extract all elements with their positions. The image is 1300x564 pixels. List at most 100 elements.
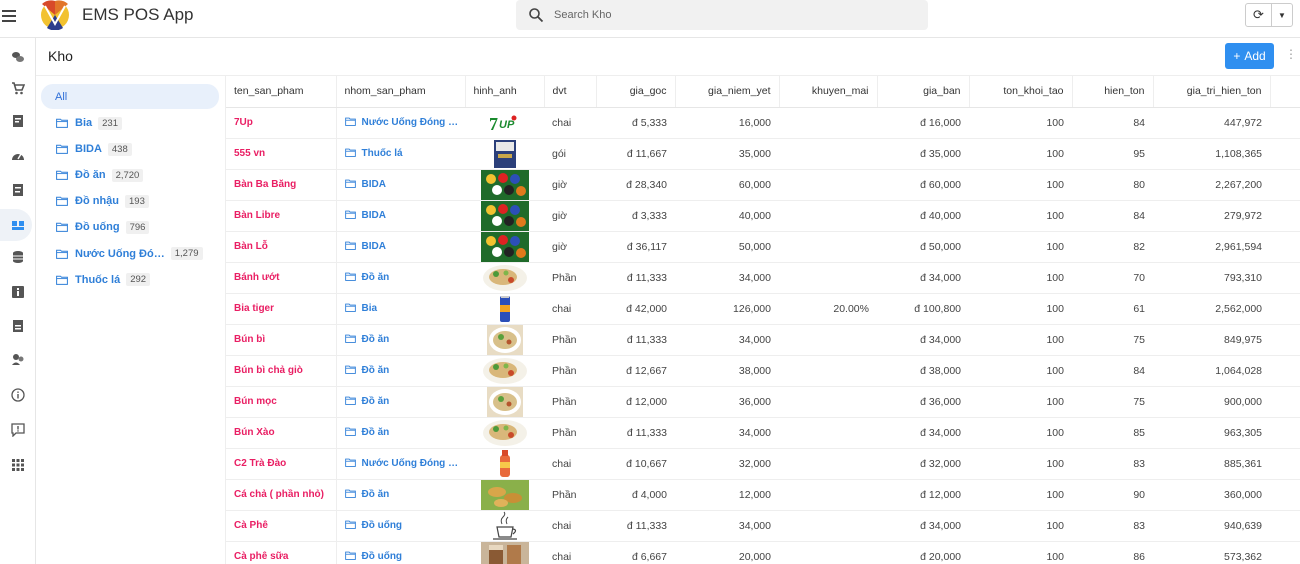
column-header[interactable]: gia_tri_hien_ton: [1153, 76, 1271, 108]
column-header[interactable]: gia_ban: [877, 76, 970, 108]
category-item[interactable]: Thuốc lá 292: [56, 271, 151, 289]
sync-button-group: ⟳ ▼: [1245, 3, 1293, 27]
product-group[interactable]: Đồ ăn: [336, 479, 465, 511]
product-name[interactable]: Bún Xào: [226, 417, 337, 449]
product-name[interactable]: C2 Trà Đào: [226, 448, 337, 480]
column-header[interactable]: hien_ton: [1072, 76, 1154, 108]
add-button[interactable]: + Add: [1225, 43, 1274, 69]
product-group[interactable]: Đồ ăn: [336, 262, 465, 294]
product-group[interactable]: Đồ uống: [336, 510, 465, 542]
table-row[interactable]: Bàn Libre BIDA giờ đ 3,333 40,000 đ 40,000 100…: [226, 200, 1300, 232]
table-row[interactable]: Cá chả ( phần nhỏ) Đồ ăn Phần đ 4,000 12,000…: [226, 479, 1300, 511]
product-name[interactable]: Bia tiger: [226, 293, 337, 325]
stock-value-cell: 885,361: [1153, 448, 1270, 480]
search-bar[interactable]: [516, 0, 928, 30]
product-name[interactable]: Cá chả ( phần nhỏ): [226, 479, 337, 511]
nav-invoice-icon[interactable]: [0, 108, 36, 134]
product-name[interactable]: Bún bì: [226, 324, 337, 356]
product-group[interactable]: Đồ ăn: [336, 386, 465, 418]
filler-cell: [1270, 541, 1300, 564]
category-item[interactable]: Đồ nhậu 193: [56, 192, 149, 210]
product-image: [465, 448, 544, 480]
column-header[interactable]: khuyen_mai: [779, 76, 878, 108]
product-group[interactable]: Nước Uống Đóng …: [336, 107, 465, 139]
column-header[interactable]: hinh_anh: [465, 76, 545, 108]
product-group-label: Đồ ăn: [361, 272, 390, 283]
nav-warehouse-icon[interactable]: [0, 209, 36, 241]
unit-cell: Phần: [544, 479, 596, 511]
category-item[interactable]: Đồ uống 796: [56, 218, 150, 236]
table-row[interactable]: Bánh ướt Đồ ăn Phần đ 11,333 34,000 đ 34,000 1…: [226, 262, 1300, 294]
table-row[interactable]: Bún bì chả giò Đồ ăn Phần đ 12,667 38,000 đ 3…: [226, 355, 1300, 387]
product-group[interactable]: Bia: [336, 293, 465, 325]
product-group[interactable]: BIDA: [336, 200, 465, 232]
column-header[interactable]: nhom_san_pham: [336, 76, 466, 108]
product-group[interactable]: Thuốc lá: [336, 138, 465, 170]
menu-icon[interactable]: [2, 6, 22, 26]
product-name[interactable]: 555 vn: [226, 138, 337, 170]
table-row[interactable]: Bún mọc Đồ ăn Phần đ 12,000 36,000 đ 36,000 10…: [226, 386, 1300, 418]
table-row[interactable]: Bia tiger Bia chai đ 42,000 126,000 20.00% đ 1…: [226, 293, 1300, 325]
product-name[interactable]: Cà Phê: [226, 510, 337, 542]
product-name[interactable]: Bún bì chả giò: [226, 355, 337, 387]
nav-cart-icon[interactable]: [0, 75, 36, 101]
folder-icon: [344, 520, 356, 529]
nav-receipt-icon[interactable]: [0, 177, 36, 203]
product-group-label: Nước Uống Đóng …: [361, 458, 459, 469]
table-row[interactable]: Bàn Lỗ BIDA giờ đ 36,117 50,000 đ 50,000 100 82…: [226, 231, 1300, 263]
column-header[interactable]: ten_san_pham: [226, 76, 337, 108]
category-item[interactable]: Đồ ăn 2,720: [56, 166, 144, 184]
category-item[interactable]: BIDA 438: [56, 140, 132, 158]
nav-money-icon[interactable]: [0, 44, 36, 70]
table-row[interactable]: 7Up Nước Uống Đóng … 7 UP chai đ 5,333 16,000 đ…: [226, 107, 1300, 139]
nav-dashboard-icon[interactable]: [0, 143, 36, 169]
table-row[interactable]: Bàn Ba Băng BIDA giờ đ 28,340 60,000 đ 60,000…: [226, 169, 1300, 201]
nav-info-box-icon[interactable]: [0, 279, 36, 305]
nav-report-icon[interactable]: [0, 313, 36, 339]
product-name[interactable]: Bàn Libre: [226, 200, 337, 232]
column-header[interactable]: dvt: [544, 76, 597, 108]
product-name[interactable]: Cà phê sữa: [226, 541, 337, 564]
product-name[interactable]: 7Up: [226, 107, 337, 139]
column-header[interactable]: gia_goc: [596, 76, 676, 108]
category-item[interactable]: Bia 231: [56, 114, 122, 132]
filler-cell: [1270, 169, 1300, 201]
category-all[interactable]: All: [41, 84, 219, 109]
product-name[interactable]: Bún mọc: [226, 386, 337, 418]
table-row[interactable]: 555 vn Thuốc lá gói đ 11,667 35,000 đ 35,000 1…: [226, 138, 1300, 170]
table-row[interactable]: C2 Trà Đào Nước Uống Đóng … chai đ 10,667 32…: [226, 448, 1300, 480]
sale-price-cell: đ 50,000: [877, 231, 969, 263]
product-group[interactable]: BIDA: [336, 231, 465, 263]
discount-cell: [779, 510, 877, 542]
product-group[interactable]: BIDA: [336, 169, 465, 201]
chevron-down-icon[interactable]: ▼: [1272, 4, 1292, 26]
cost-price-cell: đ 11,333: [596, 262, 675, 294]
table-row[interactable]: Cà phê sữa Đồ uống chai đ 6,667 20,000 đ 20,0…: [226, 541, 1300, 564]
product-name[interactable]: Bàn Lỗ: [226, 231, 337, 263]
product-group[interactable]: Nước Uống Đóng …: [336, 448, 465, 480]
product-group[interactable]: Đồ ăn: [336, 355, 465, 387]
sync-icon[interactable]: ⟳: [1246, 4, 1272, 26]
product-group[interactable]: Đồ ăn: [336, 324, 465, 356]
nav-apps-icon[interactable]: [0, 452, 36, 478]
product-name[interactable]: Bàn Ba Băng: [226, 169, 337, 201]
category-item[interactable]: Nước Uống Đó… 1,279: [56, 245, 203, 263]
column-header[interactable]: gia_niem_yet: [675, 76, 780, 108]
nav-feedback-icon[interactable]: [0, 417, 36, 443]
table-row[interactable]: Bún Xào Đồ ăn Phần đ 11,333 34,000 đ 34,000 10…: [226, 417, 1300, 449]
more-icon[interactable]: ⋮: [1285, 47, 1300, 65]
product-group[interactable]: Đồ ăn: [336, 417, 465, 449]
product-group[interactable]: Đồ uống: [336, 541, 465, 564]
product-name[interactable]: Bánh ướt: [226, 262, 337, 294]
table-row[interactable]: Cà Phê Đồ uống chai đ 11,333 34,000 đ 34,000 1…: [226, 510, 1300, 542]
nav-database-icon[interactable]: [0, 244, 36, 270]
discount-cell: [779, 355, 877, 387]
table-row[interactable]: Bún bì Đồ ăn Phần đ 11,333 34,000 đ 34,000 100…: [226, 324, 1300, 356]
current-stock-cell: 90: [1072, 479, 1153, 511]
filler-cell: [1270, 479, 1300, 511]
search-input[interactable]: [554, 6, 914, 24]
nav-users-icon[interactable]: [0, 346, 36, 372]
list-price-cell: 40,000: [675, 200, 779, 232]
column-header[interactable]: ton_khoi_tao: [969, 76, 1073, 108]
nav-info-icon[interactable]: [0, 382, 36, 408]
